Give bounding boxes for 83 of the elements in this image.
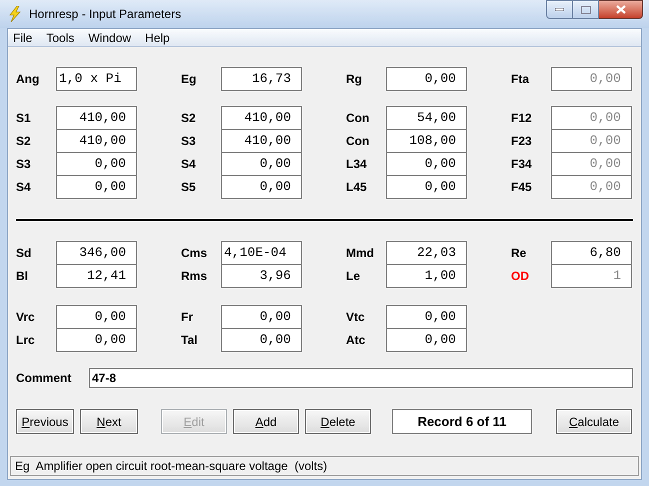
field-label: Vrc xyxy=(16,309,36,326)
field-label: L45 xyxy=(346,179,368,196)
value-field[interactable]: 0,00 xyxy=(56,305,137,329)
minimize-icon xyxy=(555,8,564,11)
field-label: F23 xyxy=(511,133,533,150)
field-label: Le xyxy=(346,268,362,285)
field-label: OD xyxy=(511,268,530,285)
menu-item[interactable]: Window xyxy=(88,28,132,46)
field-label: S4 xyxy=(181,156,197,173)
value-field[interactable]: 0,00 xyxy=(386,152,467,176)
calculate-button[interactable]: Calculate xyxy=(556,409,632,434)
field-label: Con xyxy=(346,110,370,127)
comment-label: Comment xyxy=(16,370,72,387)
field-label: Fr xyxy=(181,309,194,326)
field-label: L34 xyxy=(346,156,368,173)
value-field[interactable]: 410,00 xyxy=(56,129,137,153)
menu-item[interactable]: Tools xyxy=(46,28,74,46)
value-field[interactable]: 0,00 xyxy=(56,175,137,199)
menu-item[interactable]: File xyxy=(13,28,32,46)
field-label: S3 xyxy=(16,156,32,173)
record-button[interactable]: Add xyxy=(233,409,299,434)
close-icon xyxy=(616,5,626,14)
record-counter: Record 6 of 11 xyxy=(392,409,532,434)
record-button[interactable]: Delete xyxy=(305,409,371,434)
field-label: Mmd xyxy=(346,245,375,262)
value-field[interactable]: 16,73 xyxy=(221,67,302,91)
window-title: Hornresp - Input Parameters xyxy=(29,6,182,23)
field-label: Eg xyxy=(181,71,198,88)
value-field[interactable]: 0,00 xyxy=(221,175,302,199)
menu-item[interactable]: Help xyxy=(145,28,170,46)
value-field[interactable]: 0,00 xyxy=(386,305,467,329)
field-label: S4 xyxy=(16,179,32,196)
value-field[interactable]: 12,41 xyxy=(56,264,137,288)
field-label: Fta xyxy=(511,71,530,88)
value-field[interactable]: 0,00 xyxy=(56,152,137,176)
field-label: S2 xyxy=(16,133,32,150)
value-field[interactable]: 346,00 xyxy=(56,241,137,265)
value-field[interactable]: 1,00 xyxy=(386,264,467,288)
field-label: Rms xyxy=(181,268,208,285)
field-label: Rg xyxy=(346,71,363,88)
field-label: Ang xyxy=(16,71,40,88)
field-label: Atc xyxy=(346,332,366,349)
field-label: Lrc xyxy=(16,332,36,349)
value-field[interactable]: 1,0 x Pi xyxy=(56,67,137,91)
field-label: Con xyxy=(346,133,370,150)
record-button[interactable]: Previous xyxy=(16,409,74,434)
value-field[interactable]: 0,00 xyxy=(221,152,302,176)
value-field[interactable]: 0,00 xyxy=(221,305,302,329)
field-label: Tal xyxy=(181,332,198,349)
maximize-icon xyxy=(580,6,590,14)
value-field[interactable]: 4,10E-04 xyxy=(221,241,302,265)
close-button[interactable] xyxy=(599,0,643,19)
value-field[interactable]: 0,00 xyxy=(221,328,302,352)
field-label: F45 xyxy=(511,179,533,196)
record-button[interactable]: Next xyxy=(80,409,138,434)
field-label: Cms xyxy=(181,245,208,262)
value-field[interactable]: 54,00 xyxy=(386,106,467,130)
field-label: S2 xyxy=(181,110,197,127)
value-field[interactable]: 410,00 xyxy=(221,106,302,130)
field-label: S3 xyxy=(181,133,197,150)
lightning-icon xyxy=(8,6,22,22)
value-field[interactable]: 0,00 xyxy=(56,328,137,352)
field-label: Re xyxy=(511,245,528,262)
value-field[interactable]: 410,00 xyxy=(56,106,137,130)
value-field[interactable]: 22,03 xyxy=(386,241,467,265)
value-field[interactable]: 0,00 xyxy=(386,328,467,352)
maximize-button[interactable] xyxy=(573,0,599,19)
value-field[interactable]: 410,00 xyxy=(221,129,302,153)
value-field[interactable]: 3,96 xyxy=(221,264,302,288)
value-field[interactable]: 6,80 xyxy=(551,241,632,265)
field-label: Vtc xyxy=(346,309,366,326)
field-label: F12 xyxy=(511,110,533,127)
value-field[interactable]: 108,00 xyxy=(386,129,467,153)
field-label: S1 xyxy=(16,110,32,127)
field-label: Bl xyxy=(16,268,29,285)
minimize-button[interactable] xyxy=(546,0,573,19)
status-bar: Eg Amplifier open circuit root-mean-square voltage (volts) xyxy=(10,456,639,476)
value-field[interactable]: 0,00 xyxy=(386,67,467,91)
comment-field[interactable]: 47-8 xyxy=(89,368,633,388)
field-label: Sd xyxy=(16,245,32,262)
value-field[interactable]: 0,00 xyxy=(386,175,467,199)
field-label: F34 xyxy=(511,156,533,173)
field-label: S5 xyxy=(181,179,197,196)
